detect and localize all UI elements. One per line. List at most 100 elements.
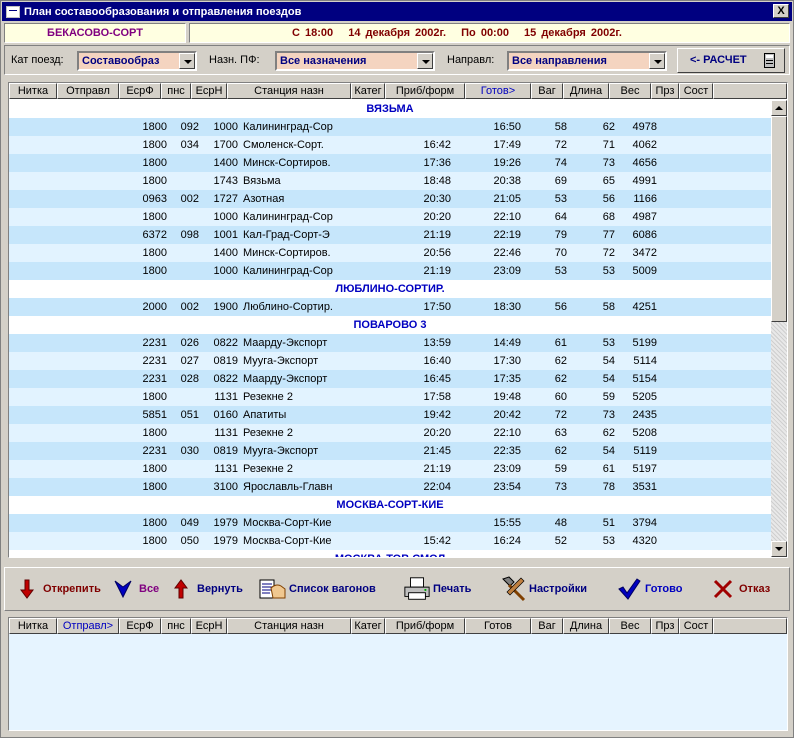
cell-len: 53 [602,535,615,547]
ready-button[interactable]: Готово [615,574,682,604]
cancel-button[interactable]: Отказ [709,574,770,604]
table-row[interactable]: 2231 026 0822 Маарду-Экспорт 13:59 14:49 61 53 5… [9,334,771,352]
column-header[interactable]: пнс [161,618,191,634]
table-row[interactable]: 1800 1400 Минск-Сортиров. 20:56 22:46 70 72 347… [9,244,771,262]
cell-station: Ярославль-Главн [243,481,333,493]
column-header[interactable]: Длина [563,618,609,634]
train-category-label: Кат поезд: [11,54,64,66]
return-button[interactable]: Вернуть [167,574,243,604]
train-category-select[interactable]: Составообраз [77,51,197,71]
column-header[interactable]: Готов [465,618,531,634]
column-header[interactable]: Отправл [57,83,119,99]
cell-len: 53 [602,337,615,349]
cell-vag: 59 [554,463,567,475]
group-header-row[interactable]: МОСКВА-СОРТ-КИЕ [9,496,771,514]
cell-ready: 16:50 [493,121,521,133]
table-row[interactable]: 0963 002 1727 Азотная 20:30 21:05 53 56 1166 [9,190,771,208]
cell-len: 62 [602,427,615,439]
chevron-down-icon[interactable] [417,53,433,69]
table-row[interactable]: 1800 1000 Калининград-Сор 21:19 23:09 53 53 500… [9,262,771,280]
table-row[interactable]: 1800 1400 Минск-Сортиров. 17:36 19:26 74 73 465… [9,154,771,172]
cell-weight: 4978 [632,121,657,133]
column-header[interactable]: Готов> [465,83,531,99]
table-row[interactable]: 2000 002 1900 Люблино-Сортир. 17:50 18:30 56 58… [9,298,771,316]
cell-vag: 53 [554,193,567,205]
group-header-row[interactable]: ПОВАРОВО 3 [9,316,771,334]
settings-button[interactable]: Настройки [499,574,587,604]
column-header[interactable]: Станция назн [227,618,351,634]
cell-station: Маарду-Экспорт [243,337,328,349]
chevron-down-icon[interactable] [179,53,195,69]
print-button[interactable]: Печать [403,574,471,604]
column-header[interactable]: Катег [351,618,385,634]
table-row[interactable]: 5851 051 0160 Апатиты 19:42 20:42 72 73 2435 [9,406,771,424]
column-header[interactable]: Ваг [531,618,563,634]
column-header[interactable]: Длина [563,83,609,99]
column-header[interactable]: Вес [609,83,651,99]
chevron-down-icon[interactable] [649,53,665,69]
table-row[interactable]: 1800 092 1000 Калининград-Сор 16:50 58 62 4978 [9,118,771,136]
table-row[interactable]: 1800 1131 Резекне 2 21:19 23:09 59 61 5197 [9,460,771,478]
cell-ready: 19:48 [493,391,521,403]
hammer-icon [499,575,527,603]
column-header[interactable]: ЕсрН [191,618,227,634]
column-header[interactable]: Сост [679,618,713,634]
cell-len: 54 [602,373,615,385]
column-header[interactable]: ЕсрФ [119,618,161,634]
table-row[interactable]: 2231 028 0822 Маарду-Экспорт 16:45 17:35 62 54 5… [9,370,771,388]
column-header[interactable]: Приб/форм [385,618,465,634]
table-row[interactable]: 1800 1131 Резекне 2 17:58 19:48 60 59 5205 [9,388,771,406]
column-header[interactable]: Вес [609,618,651,634]
column-header[interactable]: Прз [651,83,679,99]
table-row[interactable]: 1800 1743 Вязьма 18:48 20:38 69 65 4991 [9,172,771,190]
cell-ready: 17:49 [493,139,521,151]
table-row[interactable]: 1800 1000 Калининград-Сор 20:20 22:10 64 68 498… [9,208,771,226]
scroll-down-icon[interactable] [771,541,787,557]
close-button[interactable]: X [773,4,789,18]
column-header[interactable]: Сост [679,83,713,99]
window-icon[interactable] [6,5,20,18]
cell-vag: 79 [554,229,567,241]
table-row[interactable]: 6372 098 1001 Кал-Град-Сорт-Э 21:19 22:19 79 77… [9,226,771,244]
unpin-button[interactable]: Открепить [13,574,101,604]
table-row[interactable]: 1800 049 1979 Москва-Сорт-Кие 15:55 48 51 3794 [9,514,771,532]
group-header-row[interactable]: ЛЮБЛИНО-СОРТИР. [9,280,771,298]
cell-esrf: 6372 [142,229,167,241]
table-row[interactable]: 1800 3100 Ярославль-Главн 22:04 23:54 73 78 353… [9,478,771,496]
wagon-list-button[interactable]: Список вагонов [259,574,376,604]
destination-select[interactable]: Все назначения [275,51,435,71]
column-header[interactable]: Станция назн [227,83,351,99]
group-header-row[interactable]: ВЯЗЬМА [9,100,771,118]
column-header[interactable]: Отправл> [57,618,119,634]
cell-esrf: 5851 [142,409,167,421]
vertical-scrollbar[interactable] [771,100,787,557]
column-header[interactable]: Катег [351,83,385,99]
column-header[interactable]: Нитка [9,618,57,634]
group-name: МОСКВА-СОРТ-КИЕ [336,499,444,511]
column-header[interactable]: Нитка [9,83,57,99]
all-button[interactable]: Все [109,574,159,604]
table-row[interactable]: 1800 1131 Резекне 2 20:20 22:10 63 62 5208 [9,424,771,442]
table-row[interactable]: 1800 050 1979 Москва-Сорт-Кие 15:42 16:24 52 53… [9,532,771,550]
table-row[interactable]: 1800 034 1700 Смоленск-Сорт. 16:42 17:49 72 71 4… [9,136,771,154]
direction-select[interactable]: Все направления [507,51,667,71]
column-header[interactable]: ЕсрФ [119,83,161,99]
column-header[interactable]: Ваг [531,83,563,99]
title-bar: План составообразования и отправления по… [2,2,792,21]
column-header[interactable]: Приб/форм [385,83,465,99]
column-header[interactable]: ЕсрН [191,83,227,99]
group-header-row[interactable]: МОСКВА-ТОВ.СМОЛ [9,550,771,557]
scroll-thumb[interactable] [771,116,787,322]
scroll-up-icon[interactable] [771,100,787,116]
table-row[interactable]: 2231 027 0819 Мууга-Экспорт 16:40 17:30 62 54 51… [9,352,771,370]
cell-esrn: 1979 [213,535,238,547]
cell-station: Мууга-Экспорт [243,355,319,367]
cell-vag: 72 [554,409,567,421]
cell-pns: 002 [180,301,199,313]
cell-len: 61 [602,463,615,475]
column-header[interactable]: пнс [161,83,191,99]
table-row[interactable]: 2231 030 0819 Мууга-Экспорт 21:45 22:35 62 54 51… [9,442,771,460]
calculate-button[interactable]: <- РАСЧЕТ [677,48,785,73]
cell-ready: 16:24 [493,535,521,547]
column-header[interactable]: Прз [651,618,679,634]
